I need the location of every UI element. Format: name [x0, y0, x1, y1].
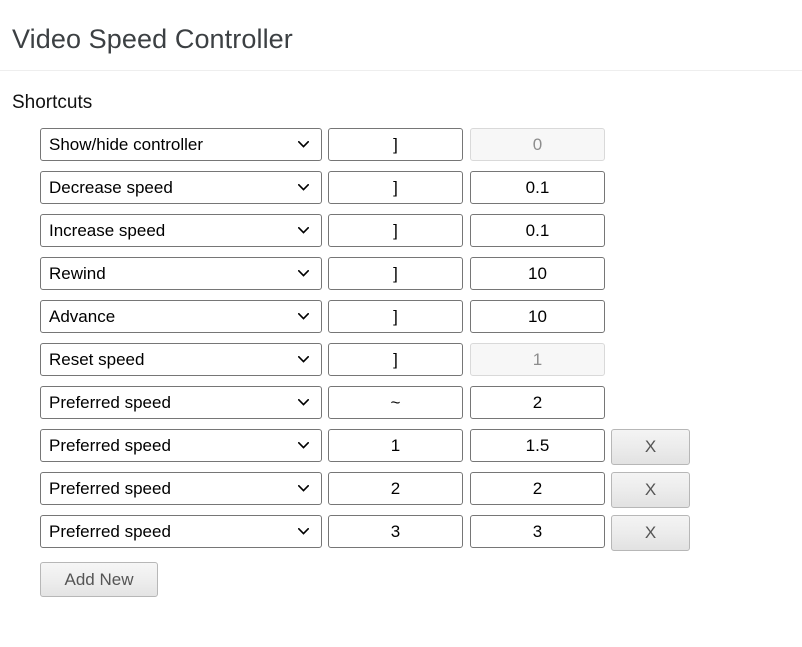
- remove-shortcut-button[interactable]: X: [611, 515, 690, 551]
- shortcut-key-input[interactable]: ]: [328, 128, 463, 161]
- shortcut-value-input[interactable]: 10: [470, 300, 605, 333]
- shortcut-row: Reset speed] 1: [0, 343, 802, 386]
- page-title: Video Speed Controller: [12, 24, 293, 54]
- shortcut-key-input[interactable]: ]: [328, 300, 463, 333]
- shortcut-key-input[interactable]: 3: [328, 515, 463, 548]
- shortcut-row: Preferred speed 1 1.5 X: [0, 429, 802, 472]
- action-select[interactable]: Preferred speed: [40, 472, 322, 505]
- action-select[interactable]: Preferred speed: [40, 429, 322, 462]
- shortcut-key-input[interactable]: ]: [328, 343, 463, 376]
- shortcut-row: Rewind] 10: [0, 257, 802, 300]
- action-select[interactable]: Show/hide controller: [40, 128, 322, 161]
- shortcut-row: Advance] 10: [0, 300, 802, 343]
- shortcut-key-input[interactable]: ]: [328, 214, 463, 247]
- shortcut-key-input[interactable]: ~: [328, 386, 463, 419]
- shortcut-row: Increase speed] 0.1: [0, 214, 802, 257]
- shortcut-row: Preferred speed 2 2 X: [0, 472, 802, 515]
- options-page: Video Speed Controller Shortcuts Show/hi…: [0, 0, 802, 597]
- shortcut-value-input[interactable]: 3: [470, 515, 605, 548]
- shortcut-value-input[interactable]: 1.5: [470, 429, 605, 462]
- action-select[interactable]: Rewind: [40, 257, 322, 290]
- add-new-button[interactable]: Add New: [40, 562, 158, 597]
- action-select[interactable]: Increase speed: [40, 214, 322, 247]
- shortcut-value-input[interactable]: 2: [470, 386, 605, 419]
- action-select[interactable]: Advance: [40, 300, 322, 333]
- shortcuts-section-heading: Shortcuts: [12, 92, 93, 113]
- remove-shortcut-button[interactable]: X: [611, 472, 690, 508]
- shortcuts-list: Show/hide controller] 0 Decrease speed] 0.1…: [0, 128, 802, 558]
- shortcut-row: Show/hide controller] 0: [0, 128, 802, 171]
- shortcut-value-input[interactable]: 0.1: [470, 214, 605, 247]
- shortcut-key-input[interactable]: 2: [328, 472, 463, 505]
- action-select[interactable]: Decrease speed: [40, 171, 322, 204]
- action-select[interactable]: Preferred speed: [40, 386, 322, 419]
- shortcut-row: Decrease speed] 0.1: [0, 171, 802, 214]
- shortcut-row: Preferred speed 3 3 X: [0, 515, 802, 558]
- shortcut-value-input[interactable]: 2: [470, 472, 605, 505]
- shortcut-row: Preferred speed ~2: [0, 386, 802, 429]
- action-select[interactable]: Reset speed: [40, 343, 322, 376]
- shortcut-value-input[interactable]: 10: [470, 257, 605, 290]
- shortcut-value-input[interactable]: 0.1: [470, 171, 605, 204]
- remove-shortcut-button[interactable]: X: [611, 429, 690, 465]
- shortcut-value-input: 1: [470, 343, 605, 376]
- shortcut-value-input: 0: [470, 128, 605, 161]
- shortcut-key-input[interactable]: ]: [328, 171, 463, 204]
- shortcut-key-input[interactable]: ]: [328, 257, 463, 290]
- action-select[interactable]: Preferred speed: [40, 515, 322, 548]
- shortcut-key-input[interactable]: 1: [328, 429, 463, 462]
